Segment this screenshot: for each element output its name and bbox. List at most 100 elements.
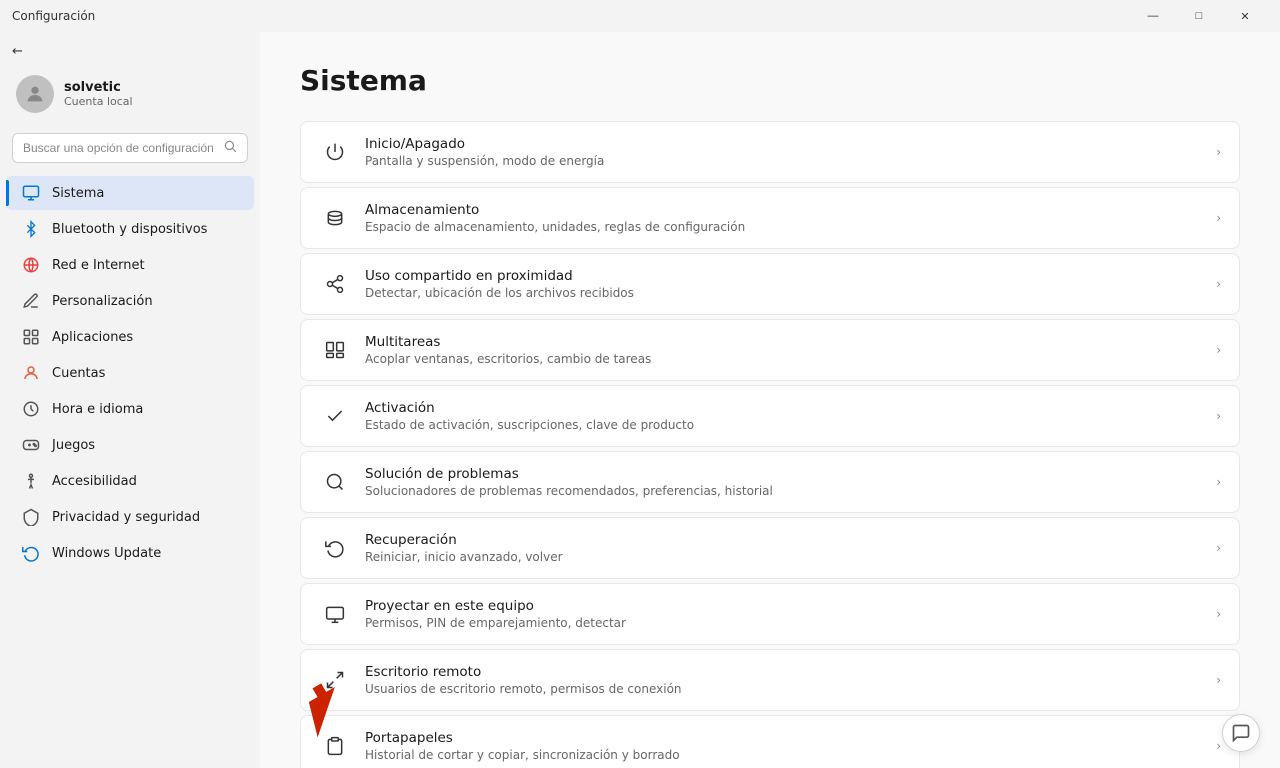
main-content: Sistema Inicio/Apagado Pantalla y suspen… bbox=[260, 32, 1280, 768]
settings-item-almacenamiento[interactable]: Almacenamiento Espacio de almacenamiento… bbox=[300, 187, 1240, 249]
recuperacion-chevron: › bbox=[1216, 541, 1221, 555]
user-type: Cuenta local bbox=[64, 95, 133, 108]
inicio-title: Inicio/Apagado bbox=[365, 136, 1216, 152]
solucion-problemas-desc: Solucionadores de problemas recomendados… bbox=[365, 484, 1216, 498]
proyectar-desc: Permisos, PIN de emparejamiento, detecta… bbox=[365, 616, 1216, 630]
settings-item-escritorio-remoto[interactable]: Escritorio remoto Usuarios de escritorio… bbox=[300, 649, 1240, 711]
juegos-label: Juegos bbox=[52, 438, 95, 453]
uso-compartido-desc: Detectar, ubicación de los archivos reci… bbox=[365, 286, 1216, 300]
nav-item-juegos[interactable]: Juegos bbox=[6, 428, 254, 462]
hora-label: Hora e idioma bbox=[52, 402, 143, 417]
juegos-icon bbox=[22, 436, 40, 454]
settings-item-activacion[interactable]: Activación Estado de activación, suscrip… bbox=[300, 385, 1240, 447]
accesibilidad-label: Accesibilidad bbox=[52, 474, 137, 489]
activacion-title: Activación bbox=[365, 400, 1216, 416]
portapapeles-icon bbox=[319, 730, 351, 762]
settings-item-inicio[interactable]: Inicio/Apagado Pantalla y suspensión, mo… bbox=[300, 121, 1240, 183]
nav-item-personalizacion[interactable]: Personalización bbox=[6, 284, 254, 318]
privacidad-icon bbox=[22, 508, 40, 526]
aplicaciones-icon bbox=[22, 328, 40, 346]
personalizacion-label: Personalización bbox=[52, 294, 153, 309]
inicio-icon bbox=[319, 136, 351, 168]
multitareas-desc: Acoplar ventanas, escritorios, cambio de… bbox=[365, 352, 1216, 366]
nav-item-windows-update[interactable]: Windows Update bbox=[6, 536, 254, 570]
escritorio-remoto-title: Escritorio remoto bbox=[365, 664, 1216, 680]
user-section: solvetic Cuenta local bbox=[0, 67, 260, 129]
back-button[interactable]: ← bbox=[0, 40, 260, 67]
escritorio-remoto-chevron: › bbox=[1216, 673, 1221, 687]
search-icon bbox=[223, 139, 237, 157]
privacidad-label: Privacidad y seguridad bbox=[52, 510, 200, 525]
multitareas-title: Multitareas bbox=[365, 334, 1216, 350]
inicio-desc: Pantalla y suspensión, modo de energía bbox=[365, 154, 1216, 168]
search-input[interactable] bbox=[23, 141, 217, 155]
minimize-button[interactable]: — bbox=[1130, 0, 1176, 32]
inicio-chevron: › bbox=[1216, 145, 1221, 159]
cuentas-icon bbox=[22, 364, 40, 382]
personalizacion-icon bbox=[22, 292, 40, 310]
portapapeles-chevron: › bbox=[1216, 739, 1221, 753]
hora-icon bbox=[22, 400, 40, 418]
almacenamiento-chevron: › bbox=[1216, 211, 1221, 225]
activacion-icon bbox=[319, 400, 351, 432]
settings-item-recuperacion[interactable]: Recuperación Reiniciar, inicio avanzado,… bbox=[300, 517, 1240, 579]
back-icon: ← bbox=[12, 44, 23, 59]
app-container: ← solvetic Cuenta local bbox=[0, 32, 1280, 768]
sidebar: ← solvetic Cuenta local bbox=[0, 32, 260, 768]
almacenamiento-icon bbox=[319, 202, 351, 234]
nav-item-aplicaciones[interactable]: Aplicaciones bbox=[6, 320, 254, 354]
settings-item-solucion-problemas[interactable]: Solución de problemas Solucionadores de … bbox=[300, 451, 1240, 513]
proyectar-chevron: › bbox=[1216, 607, 1221, 621]
activacion-desc: Estado de activación, suscripciones, cla… bbox=[365, 418, 1216, 432]
solucion-problemas-title: Solución de problemas bbox=[365, 466, 1216, 482]
windows-update-label: Windows Update bbox=[52, 546, 161, 561]
settings-item-proyectar[interactable]: Proyectar en este equipo Permisos, PIN d… bbox=[300, 583, 1240, 645]
cuentas-label: Cuentas bbox=[52, 366, 105, 381]
close-button[interactable]: ✕ bbox=[1222, 0, 1268, 32]
uso-compartido-title: Uso compartido en proximidad bbox=[365, 268, 1216, 284]
nav-item-privacidad[interactable]: Privacidad y seguridad bbox=[6, 500, 254, 534]
nav-item-accesibilidad[interactable]: Accesibilidad bbox=[6, 464, 254, 498]
search-box[interactable] bbox=[12, 133, 248, 163]
multitareas-chevron: › bbox=[1216, 343, 1221, 357]
proyectar-icon bbox=[319, 598, 351, 630]
nav-item-hora[interactable]: Hora e idioma bbox=[6, 392, 254, 426]
almacenamiento-title: Almacenamiento bbox=[365, 202, 1216, 218]
uso-compartido-icon bbox=[319, 268, 351, 300]
settings-list: Inicio/Apagado Pantalla y suspensión, mo… bbox=[300, 121, 1240, 768]
accesibilidad-icon bbox=[22, 472, 40, 490]
nav-item-red[interactable]: Red e Internet bbox=[6, 248, 254, 282]
maximize-button[interactable]: □ bbox=[1176, 0, 1222, 32]
user-info: solvetic Cuenta local bbox=[64, 80, 133, 108]
nav-item-cuentas[interactable]: Cuentas bbox=[6, 356, 254, 390]
portapapeles-title: Portapapeles bbox=[365, 730, 1216, 746]
recuperacion-icon bbox=[319, 532, 351, 564]
solucion-problemas-icon bbox=[319, 466, 351, 498]
settings-item-uso-compartido[interactable]: Uso compartido en proximidad Detectar, u… bbox=[300, 253, 1240, 315]
escritorio-remoto-desc: Usuarios de escritorio remoto, permisos … bbox=[365, 682, 1216, 696]
avatar bbox=[16, 75, 54, 113]
user-name: solvetic bbox=[64, 80, 133, 95]
recuperacion-title: Recuperación bbox=[365, 532, 1216, 548]
uso-compartido-chevron: › bbox=[1216, 277, 1221, 291]
chat-button[interactable] bbox=[1222, 714, 1260, 752]
multitareas-icon bbox=[319, 334, 351, 366]
sistema-label: Sistema bbox=[52, 186, 104, 201]
proyectar-title: Proyectar en este equipo bbox=[365, 598, 1216, 614]
settings-item-multitareas[interactable]: Multitareas Acoplar ventanas, escritorio… bbox=[300, 319, 1240, 381]
recuperacion-desc: Reiniciar, inicio avanzado, volver bbox=[365, 550, 1216, 564]
red-icon bbox=[22, 256, 40, 274]
bluetooth-icon bbox=[22, 220, 40, 238]
almacenamiento-desc: Espacio de almacenamiento, unidades, reg… bbox=[365, 220, 1216, 234]
portapapeles-desc: Historial de cortar y copiar, sincroniza… bbox=[365, 748, 1216, 762]
titlebar: Configuración — □ ✕ bbox=[0, 0, 1280, 32]
page-title: Sistema bbox=[300, 64, 1240, 97]
bluetooth-label: Bluetooth y dispositivos bbox=[52, 222, 207, 237]
settings-item-portapapeles[interactable]: Portapapeles Historial de cortar y copia… bbox=[300, 715, 1240, 768]
aplicaciones-label: Aplicaciones bbox=[52, 330, 133, 345]
nav-item-sistema[interactable]: Sistema bbox=[6, 176, 254, 210]
nav-item-bluetooth[interactable]: Bluetooth y dispositivos bbox=[6, 212, 254, 246]
titlebar-controls: — □ ✕ bbox=[1130, 0, 1268, 32]
red-label: Red e Internet bbox=[52, 258, 145, 273]
escritorio-remoto-icon bbox=[319, 664, 351, 696]
